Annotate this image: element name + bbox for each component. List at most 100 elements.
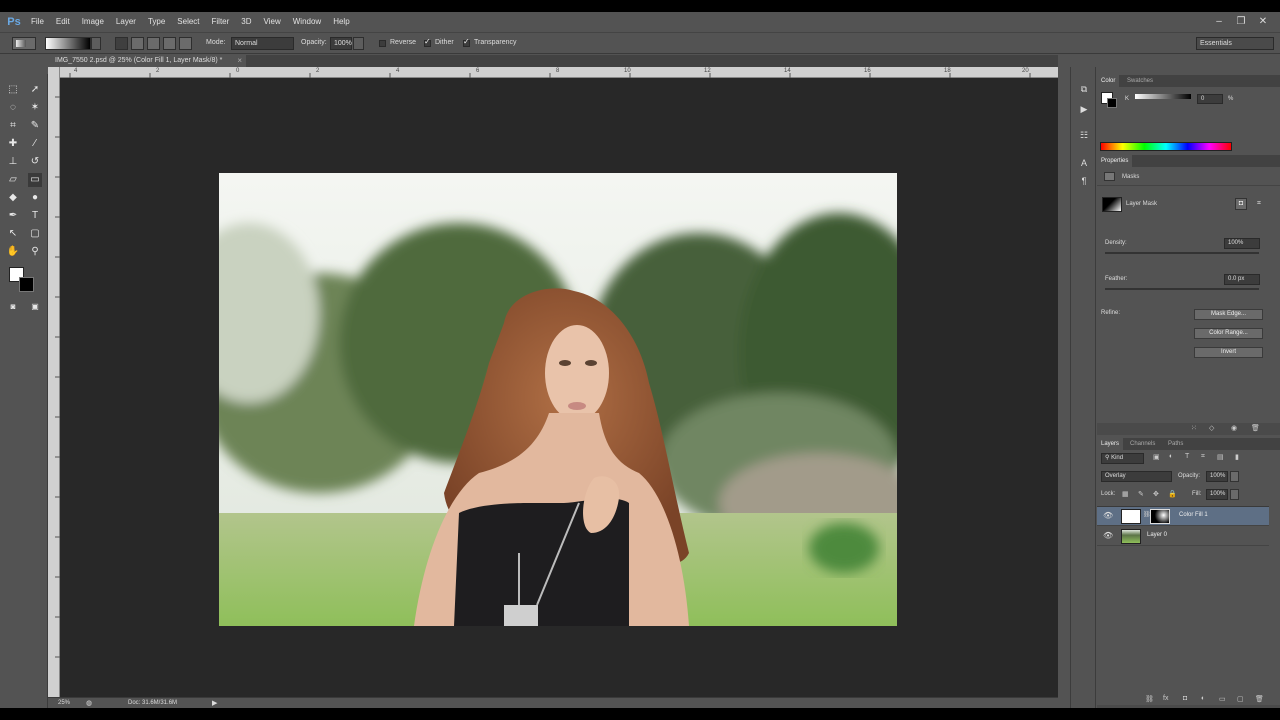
mask-edge-button[interactable]: Mask Edge... (1194, 309, 1263, 320)
delete-layer-icon[interactable]: 🗑 (1255, 695, 1264, 703)
filter-pixel-icon[interactable]: ▣ (1153, 453, 1160, 461)
mask-thumbnail[interactable] (1150, 509, 1170, 524)
linear-gradient-button[interactable] (115, 37, 128, 50)
filter-shape-icon[interactable]: ⌗ (1201, 453, 1205, 461)
opacity-slider-toggle[interactable] (1230, 471, 1239, 482)
k-channel-input[interactable]: 0 (1197, 94, 1223, 104)
eyedropper-tool-icon[interactable]: ✎ (28, 119, 42, 133)
paragraph-icon[interactable]: ¶ (1078, 175, 1090, 187)
minimize-button[interactable]: – (1208, 12, 1230, 32)
zoom-level[interactable]: 25% (58, 700, 70, 706)
tool-preset-picker[interactable] (12, 37, 36, 50)
blur-tool-icon[interactable]: ◆ (6, 191, 20, 205)
apply-mask-icon[interactable]: ◇ (1209, 424, 1214, 432)
quick-mask-icon[interactable]: ◙ (6, 300, 20, 314)
menu-edit[interactable]: Edit (50, 12, 76, 32)
menu-help[interactable]: Help (327, 12, 355, 32)
tab-properties[interactable]: Properties (1097, 155, 1133, 167)
delete-mask-icon[interactable]: 🗑 (1251, 424, 1260, 432)
color-spectrum-ramp[interactable] (1100, 142, 1232, 151)
opacity-dropdown[interactable] (353, 37, 364, 50)
status-menu-arrow-icon[interactable]: ▶ (212, 699, 217, 707)
clone-stamp-tool-icon[interactable]: ⊥ (6, 155, 20, 169)
layer-row-layer-0[interactable]: 👁 Layer 0 (1097, 527, 1269, 546)
hand-tool-icon[interactable]: ✋ (6, 245, 20, 259)
restore-button[interactable]: ❐ (1230, 12, 1252, 32)
load-selection-icon[interactable]: ⁙ (1191, 424, 1197, 432)
gradient-dropdown[interactable] (91, 37, 101, 50)
color-panel-background-swatch[interactable] (1107, 98, 1117, 108)
eraser-tool-icon[interactable]: ▱ (6, 173, 20, 187)
tab-swatches[interactable]: Swatches (1123, 75, 1157, 87)
add-vector-mask-icon[interactable]: ⌗ (1253, 198, 1265, 210)
lock-position-icon[interactable]: ✥ (1153, 490, 1159, 498)
density-input[interactable]: 100% (1224, 238, 1260, 249)
lock-transparent-icon[interactable]: ▦ (1122, 490, 1129, 498)
diamond-gradient-button[interactable] (179, 37, 192, 50)
close-tab-icon[interactable]: × (237, 55, 242, 67)
menu-select[interactable]: Select (171, 12, 205, 32)
document-tab[interactable]: IMG_7550 2.psd @ 25% (Color Fill 1, Laye… (48, 55, 246, 67)
menu-file[interactable]: File (25, 12, 50, 32)
tab-color[interactable]: Color (1097, 75, 1120, 87)
top-ruler[interactable]: 4 2 0 2 4 6 8 10 12 14 16 18 20 (60, 67, 1058, 78)
marquee-tool-icon[interactable]: ⬚ (6, 83, 20, 97)
layer-opacity-input[interactable]: 100% (1206, 471, 1228, 482)
lock-all-icon[interactable]: 🔒 (1168, 490, 1177, 498)
workspace-select[interactable]: Essentials (1196, 37, 1274, 50)
menu-layer[interactable]: Layer (110, 12, 142, 32)
screen-mode-icon[interactable]: ▣ (28, 300, 42, 314)
adjustment-layer-icon[interactable]: ◐ (1201, 695, 1205, 702)
menu-3d[interactable]: 3D (235, 12, 257, 32)
rectangle-tool-icon[interactable]: ▢ (28, 227, 42, 241)
feather-slider[interactable] (1105, 288, 1259, 290)
filter-smart-object-icon[interactable]: ▤ (1217, 453, 1224, 461)
lasso-tool-icon[interactable]: ◌ (6, 101, 20, 115)
document-image[interactable] (219, 173, 897, 626)
menu-filter[interactable]: Filter (206, 12, 236, 32)
add-pixel-mask-icon[interactable]: ◘ (1235, 198, 1247, 210)
disable-mask-icon[interactable]: ◉ (1231, 424, 1237, 432)
density-slider[interactable] (1105, 252, 1259, 254)
tab-paths[interactable]: Paths (1164, 438, 1187, 450)
tab-channels[interactable]: Channels (1126, 438, 1159, 450)
gradient-picker[interactable] (45, 37, 91, 50)
transparency-checkbox[interactable] (463, 37, 470, 47)
color-range-button[interactable]: Color Range... (1194, 328, 1263, 339)
character-icon[interactable]: A (1078, 157, 1090, 169)
lock-image-icon[interactable]: ✎ (1138, 490, 1144, 498)
layer-name[interactable]: Layer 0 (1147, 532, 1167, 538)
visibility-eye-icon[interactable]: 👁 (1103, 531, 1113, 541)
history-brush-tool-icon[interactable]: ↺ (28, 155, 42, 169)
dodge-tool-icon[interactable]: ● (28, 191, 42, 205)
dither-checkbox[interactable] (424, 37, 431, 47)
blend-mode-select[interactable]: Overlay (1101, 471, 1172, 482)
canvas-area[interactable] (60, 78, 1058, 697)
menu-type[interactable]: Type (142, 12, 171, 32)
gradient-tool-icon[interactable]: ▭ (28, 173, 42, 187)
pen-tool-icon[interactable]: ✒ (6, 209, 20, 223)
menu-view[interactable]: View (258, 12, 287, 32)
fill-input[interactable]: 100% (1206, 489, 1228, 500)
crop-tool-icon[interactable]: ⌗ (6, 119, 20, 133)
type-tool-icon[interactable]: T (28, 209, 42, 223)
status-info-icon[interactable]: ◍ (86, 699, 92, 707)
feather-input[interactable]: 0.0 px (1224, 274, 1260, 285)
brush-tool-icon[interactable]: ⁄ (28, 137, 42, 151)
background-color-swatch[interactable] (19, 277, 34, 292)
adjustments-icon[interactable]: ☷ (1078, 129, 1090, 141)
reverse-checkbox[interactable] (379, 40, 386, 47)
close-button[interactable]: ✕ (1252, 12, 1274, 32)
link-layers-icon[interactable]: ⛓ (1145, 695, 1154, 703)
filter-toggle-icon[interactable]: ▮ (1235, 453, 1239, 461)
invert-button[interactable]: Invert (1194, 347, 1263, 358)
filter-type-icon[interactable]: T (1185, 453, 1189, 460)
radial-gradient-button[interactable] (131, 37, 144, 50)
tab-layers[interactable]: Layers (1097, 438, 1124, 450)
new-group-icon[interactable]: ▭ (1219, 695, 1226, 703)
opacity-input[interactable]: 100% (330, 37, 352, 50)
layer-filter-kind-select[interactable]: ⚲ Kind (1101, 453, 1144, 464)
layer-style-icon[interactable]: fx (1163, 695, 1168, 702)
spot-healing-tool-icon[interactable]: ✚ (6, 137, 20, 151)
path-selection-tool-icon[interactable]: ↖ (6, 227, 20, 241)
